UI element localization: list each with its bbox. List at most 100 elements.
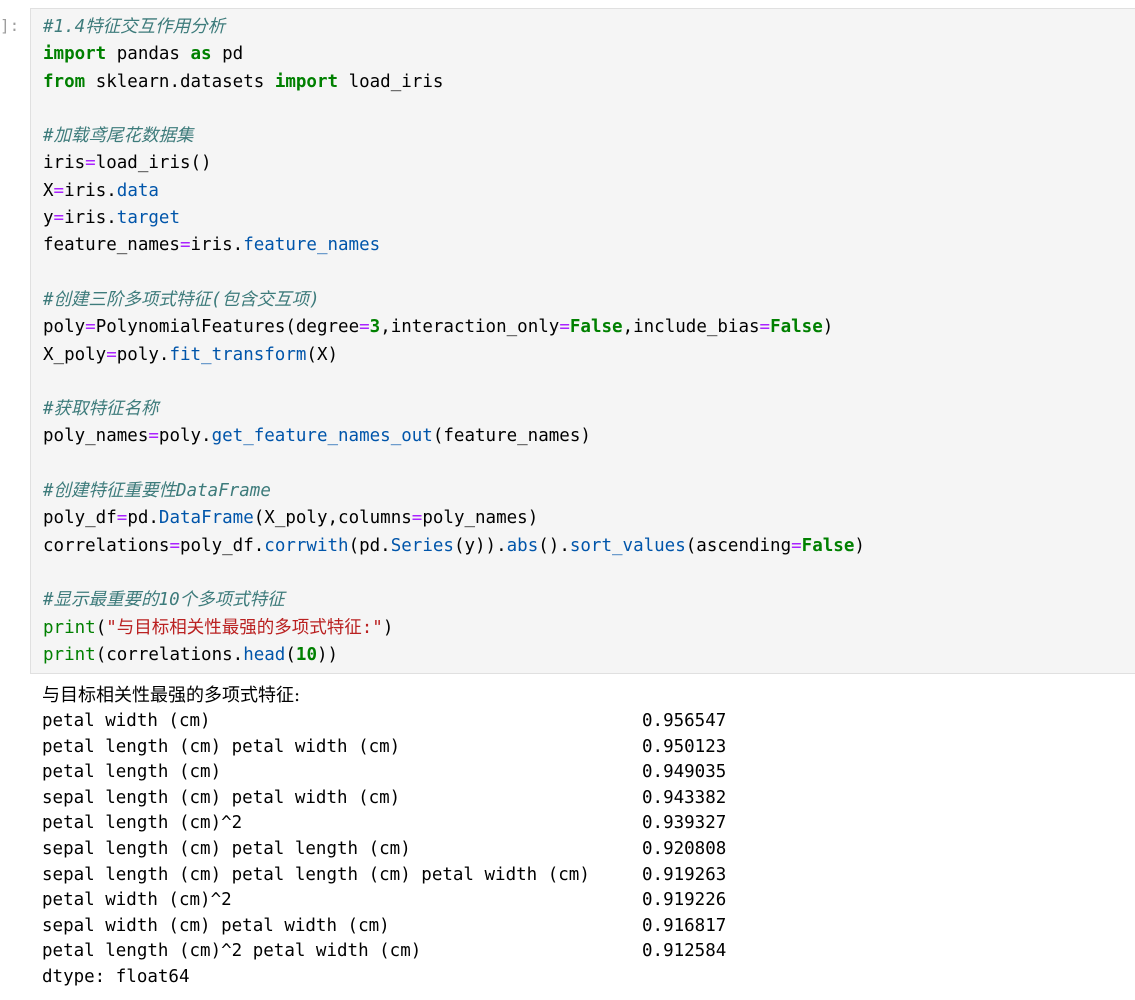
code-line: X=iris.data: [43, 178, 865, 205]
code-token: 特征交互作用分析: [85, 17, 226, 37]
feature-name: sepal width (cm) petal width (cm): [42, 915, 390, 936]
code-token: (ascending: [685, 535, 792, 556]
feature-name: petal length (cm): [42, 762, 222, 783]
output-row: sepal length (cm) petal length (cm) peta…: [42, 863, 742, 889]
code-token: 显示最重要的: [53, 590, 159, 611]
code-token: y: [43, 208, 54, 229]
feature-name: petal width (cm): [42, 711, 211, 731]
correlation-value: 0.912584: [642, 941, 727, 962]
output-row: petal length (cm) 0.949035: [42, 760, 742, 786]
code-token: False: [801, 535, 855, 556]
code-token: from: [43, 71, 86, 92]
code-token: corrwith: [264, 535, 349, 556]
code-line: X_poly=poly.fit_transform(X): [43, 342, 865, 369]
output-title: 与目标相关性最强的多项式特征:: [42, 685, 301, 706]
code-token: load_iris: [338, 71, 444, 92]
code-token: abs: [506, 535, 539, 556]
code-line: import pandas as pd: [43, 41, 865, 68]
code-token: =: [106, 344, 117, 365]
code-token: as: [190, 44, 212, 65]
code-token: Series: [390, 535, 454, 556]
feature-name: petal length (cm)^2: [42, 813, 243, 834]
code-token: =: [759, 317, 771, 338]
code-token: DataFrame: [176, 481, 271, 502]
output-row: sepal width (cm) petal width (cm) 0.91681…: [42, 914, 742, 940]
correlation-value: 0.949035: [642, 762, 727, 783]
code-token: print: [43, 644, 96, 665]
code-token: =: [116, 508, 128, 529]
code-token: poly: [43, 317, 86, 338]
correlation-value: 0.950123: [642, 736, 727, 757]
code-token: sklearn.datasets: [85, 71, 275, 92]
feature-name: sepal length (cm) petal length (cm): [42, 838, 411, 859]
output-row: petal width (cm) 0.956547: [42, 709, 742, 735]
output-dtype: dtype: float64: [42, 965, 742, 991]
code-token: (feature_names): [432, 426, 591, 447]
output-series: petal width (cm) 0.956547 petal length (cm…: [42, 709, 742, 965]
feature-name: petal length (cm)^2 petal width (cm): [42, 941, 422, 962]
code-line: #加载鸢尾花数据集: [43, 123, 865, 150]
code-token: False: [569, 317, 623, 338]
code-token: #: [43, 289, 54, 310]
code-token: =: [85, 153, 96, 174]
code-token: iris.: [190, 235, 244, 256]
code-token: poly_names): [422, 508, 539, 529]
code-token: get_feature_names_out: [211, 426, 433, 447]
correlation-value: 0.943382: [642, 787, 727, 808]
code-token: import: [43, 44, 107, 65]
code-token: =: [791, 535, 802, 556]
code-token: iris.: [64, 180, 117, 201]
code-editor[interactable]: #1.4特征交互作用分析 import pandas as pd from skle…: [43, 14, 865, 669]
code-token: X: [43, 180, 54, 201]
code-token: =: [559, 317, 570, 338]
code-token: poly_names: [43, 426, 149, 447]
code-line: #1.4特征交互作用分析: [43, 14, 865, 41]
code-token: head: [243, 644, 286, 665]
output-row: petal length (cm) petal width (cm) 0.9501…: [42, 735, 742, 761]
code-token: 创建三阶多项式特征: [53, 289, 212, 310]
code-token: =: [411, 508, 423, 529]
code-token: =: [359, 317, 370, 338]
output-row: sepal length (cm) petal width (cm) 0.9433…: [42, 786, 742, 812]
code-token: pd.: [127, 508, 159, 529]
code-token: ): [309, 289, 320, 310]
code-token: pandas: [106, 44, 191, 65]
cell-prompt: ]:: [0, 16, 20, 35]
code-token: ): [854, 535, 865, 556]
code-token: (correlations.: [95, 644, 244, 665]
code-token: target: [116, 208, 180, 229]
code-line: iris=load_iris(): [43, 150, 865, 177]
correlation-value: 0.919226: [642, 890, 727, 911]
code-token: (y)).: [453, 535, 507, 556]
code-token: #: [43, 481, 54, 502]
code-token: 3: [369, 317, 381, 338]
code-token: ().: [538, 535, 570, 556]
code-token: =: [169, 535, 180, 556]
code-token: fit_transform: [169, 344, 307, 365]
output-row: petal length (cm)^2 0.939327: [42, 811, 742, 837]
code-token: 10: [295, 644, 317, 665]
code-token: X_poly: [43, 344, 107, 365]
code-token: correlations: [43, 535, 170, 556]
code-token: False: [770, 317, 823, 338]
code-token: #1.4: [43, 17, 86, 37]
code-token: poly_df.: [179, 535, 265, 556]
code-token: feature_names: [43, 235, 180, 256]
code-line: #创建特征重要性DataFrame: [43, 478, 865, 505]
code-token: 10: [158, 590, 180, 611]
output-row: petal width (cm)^2 0.919226: [42, 888, 742, 914]
dtype-text: dtype: float64: [42, 966, 190, 987]
code-token: 创建特征重要性: [53, 481, 177, 502]
code-token: DataFrame: [158, 508, 254, 529]
code-token: pd: [211, 44, 244, 65]
code-token: iris: [43, 153, 86, 174]
code-cell-input[interactable]: #1.4特征交互作用分析 import pandas as pd from skle…: [30, 8, 1135, 674]
code-line: poly=PolynomialFeatures(degree=3,interac…: [43, 314, 865, 341]
code-token: )): [316, 644, 339, 665]
code-token: ,interaction_only: [380, 317, 560, 338]
correlation-value: 0.956547: [642, 711, 727, 731]
code-line: #创建三阶多项式特征(包含交互项): [43, 287, 865, 314]
feature-name: sepal length (cm) petal length (cm) peta…: [42, 864, 590, 885]
